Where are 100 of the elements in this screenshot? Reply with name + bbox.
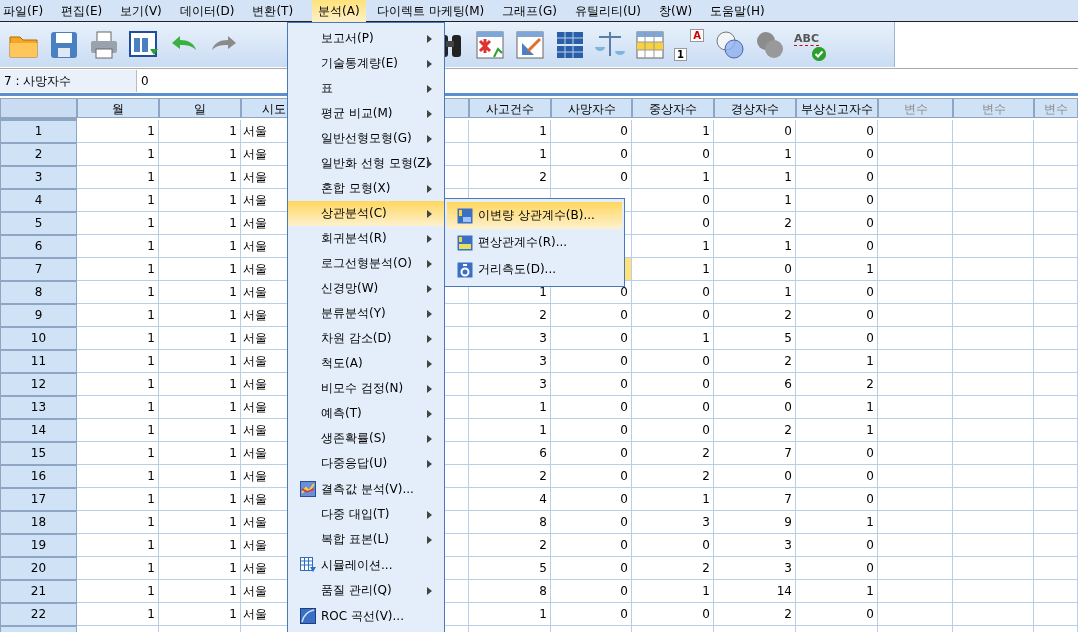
menu-item[interactable]: 파일(F) xyxy=(0,0,51,22)
table-cell: 6 xyxy=(469,442,551,465)
table-cell: 0 xyxy=(796,120,878,143)
table-cell: 1 xyxy=(77,143,159,166)
column-header[interactable]: 중상자수 xyxy=(632,98,714,118)
table-cell: 3 xyxy=(469,327,551,350)
table-cell xyxy=(1034,281,1078,304)
row-header[interactable]: 20 xyxy=(0,557,77,580)
table-cell: 2 xyxy=(714,212,796,235)
table-cell: 5 xyxy=(714,327,796,350)
row-header[interactable]: 3 xyxy=(0,166,77,189)
column-header[interactable]: 경상자수 xyxy=(714,98,796,118)
table-cell: 2 xyxy=(714,603,796,626)
table-cell: 0 xyxy=(551,350,632,373)
table-cell: 0 xyxy=(551,488,632,511)
table-cell: 1 xyxy=(469,419,551,442)
table-cell xyxy=(1034,580,1078,603)
cell-value-field[interactable]: 0 xyxy=(137,70,277,92)
menu-item[interactable]: 도움말(H) xyxy=(707,0,772,22)
row-header[interactable]: 5 xyxy=(0,212,77,235)
submenu-arrow-icon xyxy=(427,84,432,93)
row-header[interactable]: 11 xyxy=(0,350,77,373)
table-cell: 1 xyxy=(632,580,714,603)
venn-diagram-icon[interactable] xyxy=(714,28,746,61)
table-cell: 3 xyxy=(632,511,714,534)
menu-item[interactable]: 보고서(P) xyxy=(288,26,444,51)
menu-item[interactable]: 표 xyxy=(288,76,444,101)
menu-item[interactable]: 보기(V) xyxy=(117,0,169,22)
corner-cell[interactable] xyxy=(0,98,77,118)
table-cell: 1 xyxy=(159,281,241,304)
column-header[interactable]: 월 xyxy=(77,98,159,118)
row-header[interactable]: 21 xyxy=(0,580,77,603)
table-cell: 0 xyxy=(796,534,878,557)
table-cell: 1 xyxy=(469,120,551,143)
row-header[interactable]: 2 xyxy=(0,143,77,166)
table-cell: 1 xyxy=(159,120,241,143)
menu-item[interactable]: 그래프(G) xyxy=(499,0,564,22)
row-header[interactable]: 19 xyxy=(0,534,77,557)
printer-icon[interactable] xyxy=(88,28,120,61)
menu-item[interactable]: 상관분석(C) xyxy=(288,201,444,226)
table-icon[interactable] xyxy=(634,28,666,61)
menu-item[interactable]: 분석(A) xyxy=(312,0,366,22)
table-cell: 2 xyxy=(632,557,714,580)
submenu-arrow-icon xyxy=(427,334,432,343)
row-header[interactable]: 14 xyxy=(0,419,77,442)
table-cell: 0 xyxy=(551,511,632,534)
column-header[interactable]: 사망자수 xyxy=(551,98,632,118)
table-cell xyxy=(1034,212,1078,235)
table-cell xyxy=(1034,304,1078,327)
row-header[interactable]: 12 xyxy=(0,373,77,396)
table-cell: 1 xyxy=(159,534,241,557)
row-header[interactable]: 6 xyxy=(0,235,77,258)
menu-item[interactable]: 다이렉트 마케팅(M) xyxy=(373,0,492,22)
row-header[interactable]: 13 xyxy=(0,396,77,419)
table-cell: 1 xyxy=(159,557,241,580)
table-pencil-icon[interactable] xyxy=(514,28,546,61)
menu-item[interactable]: 편상관계수(R)... xyxy=(447,229,622,256)
column-header[interactable]: 사고건수 xyxy=(469,98,551,118)
row-header[interactable]: 9 xyxy=(0,304,77,327)
menu-item[interactable]: 이변량 상관계수(B)... xyxy=(447,202,622,229)
table-cell: 1 xyxy=(469,396,551,419)
table-cell: 0 xyxy=(551,419,632,442)
row-header[interactable]: 22 xyxy=(0,603,77,626)
row-header[interactable]: 8 xyxy=(0,281,77,304)
menu-item[interactable]: 창(W) xyxy=(656,0,700,22)
submenu-arrow-icon xyxy=(427,535,432,544)
menu-item[interactable]: 데이터(D) xyxy=(176,0,242,22)
table-cell xyxy=(1034,350,1078,373)
table-cell xyxy=(1034,373,1078,396)
row-header[interactable]: 17 xyxy=(0,488,77,511)
column-header[interactable]: 부상신고자수 xyxy=(796,98,878,118)
row-header[interactable]: 7 xyxy=(0,258,77,281)
row-header[interactable]: 10 xyxy=(0,327,77,350)
menu-item[interactable]: 거리측도(D)... xyxy=(447,256,622,283)
table-cell xyxy=(1034,327,1078,350)
row-header[interactable]: 1 xyxy=(0,120,77,143)
table-cell: 1 xyxy=(796,258,878,281)
table-cell: 1 xyxy=(796,419,878,442)
column-header[interactable]: 일 xyxy=(159,98,241,118)
table-cell: 0 xyxy=(632,373,714,396)
menu-item[interactable]: 편집(E) xyxy=(58,0,110,22)
table-cell: 1 xyxy=(77,189,159,212)
row-header[interactable]: 15 xyxy=(0,442,77,465)
row-header[interactable]: 18 xyxy=(0,511,77,534)
table-cell: 1 xyxy=(159,327,241,350)
table-cell: 0 xyxy=(551,465,632,488)
menu-item[interactable]: 기술통계량(E) xyxy=(288,51,444,76)
correlation-icon xyxy=(457,234,473,251)
table-cell: 0 xyxy=(796,603,878,626)
table-cell: 1 xyxy=(159,373,241,396)
row-header[interactable]: 16 xyxy=(0,465,77,488)
table-cell: 0 xyxy=(551,166,632,189)
table-cell: 7 xyxy=(714,488,796,511)
table-cell: 1 xyxy=(77,166,159,189)
menu-item[interactable]: 유틸리티(U) xyxy=(571,0,649,22)
submenu-arrow-icon xyxy=(427,184,432,193)
menu-item[interactable]: 변환(T) xyxy=(249,0,301,22)
table-cell: 0 xyxy=(714,120,796,143)
table-cell: 3 xyxy=(469,373,551,396)
row-header[interactable]: 4 xyxy=(0,189,77,212)
